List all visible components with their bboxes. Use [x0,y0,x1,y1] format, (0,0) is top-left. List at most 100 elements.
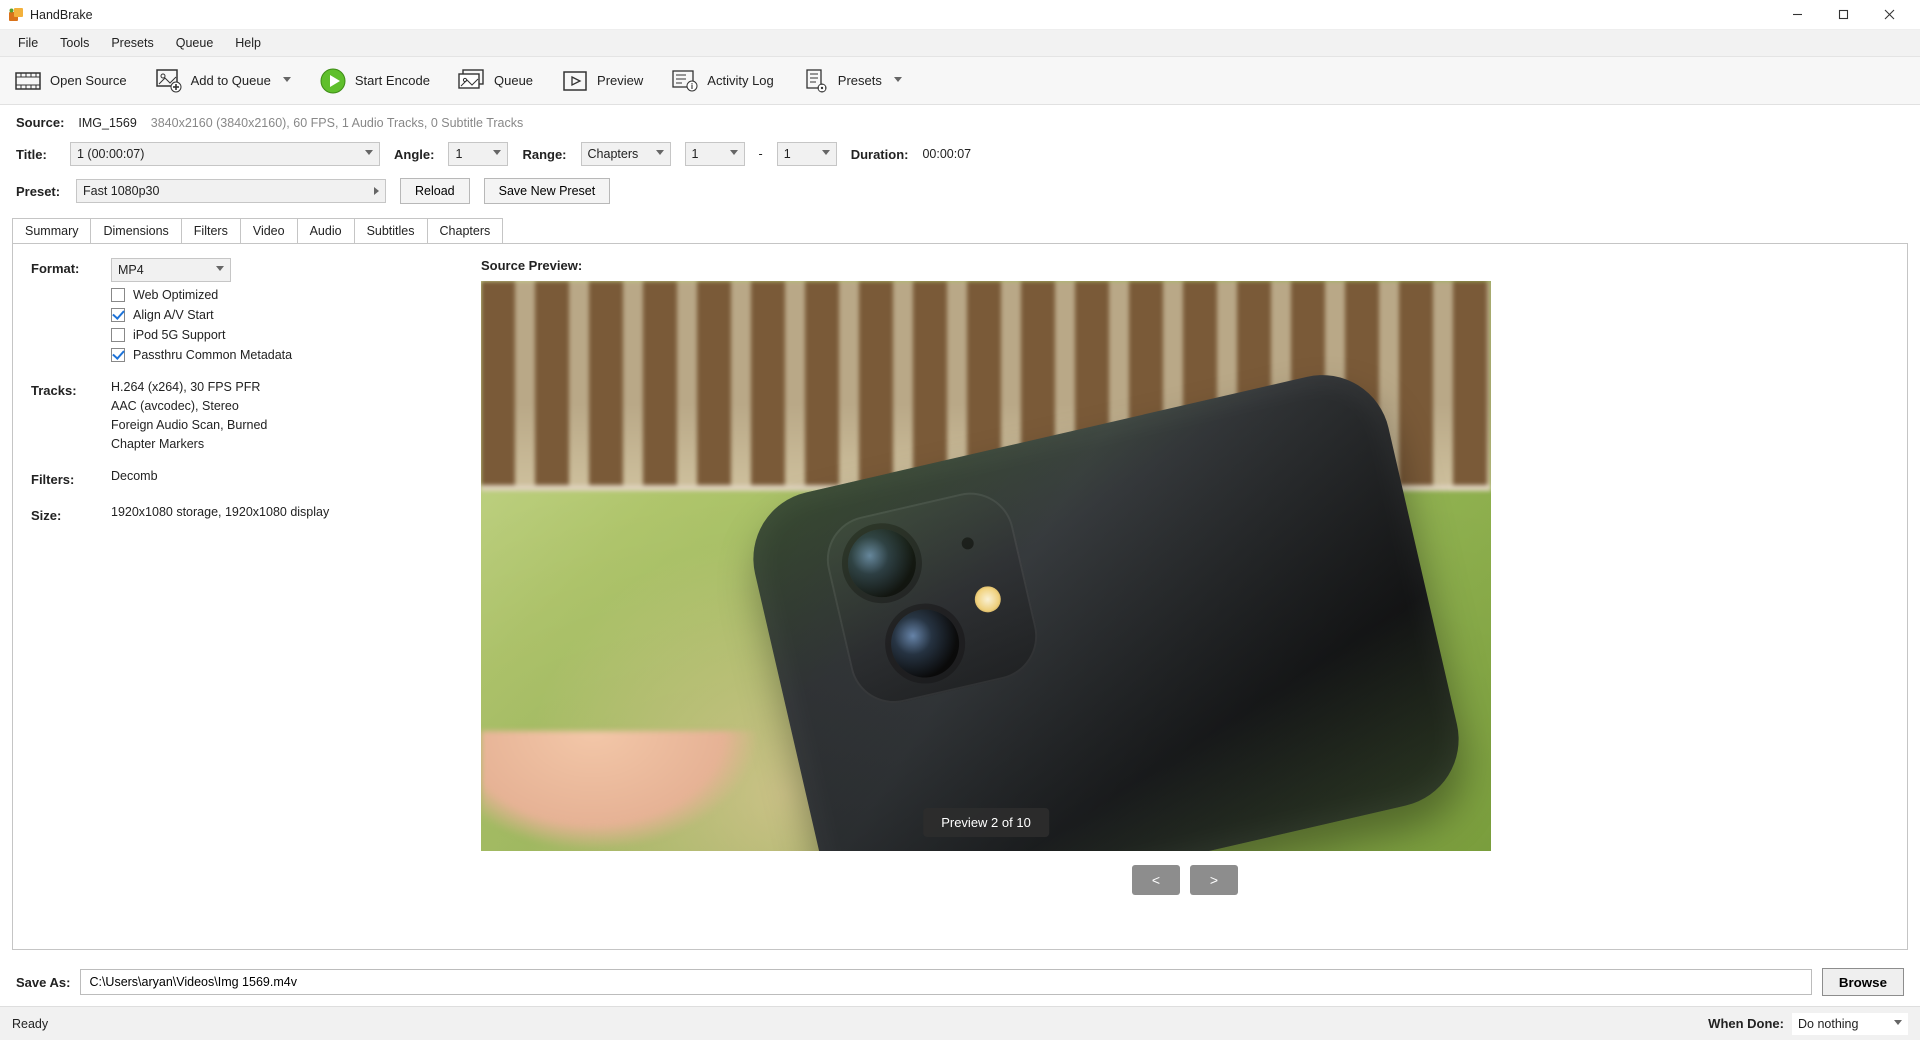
preview-label: Preview [597,73,643,88]
ipod-checkbox[interactable]: iPod 5G Support [111,328,292,342]
tab-filters[interactable]: Filters [181,218,241,243]
svg-text:i: i [691,82,693,91]
filters-value: Decomb [111,469,158,483]
checkbox-icon [111,348,125,362]
source-name: IMG_1569 [78,116,136,130]
passthru-checkbox[interactable]: Passthru Common Metadata [111,348,292,362]
angle-dropdown[interactable]: 1 [448,142,508,166]
preview-heading: Source Preview: [481,258,1889,273]
open-source-button[interactable]: Open Source [6,63,135,99]
tab-summary[interactable]: Summary [12,218,91,243]
add-image-icon [155,67,183,95]
tab-subtitles[interactable]: Subtitles [354,218,428,243]
browse-button[interactable]: Browse [1822,968,1904,996]
duration-value: 00:00:07 [922,147,971,161]
menu-presets[interactable]: Presets [101,32,163,54]
title-label: Title: [16,147,56,162]
checkbox-label: iPod 5G Support [133,328,225,342]
queue-label: Queue [494,73,533,88]
filters-label: Filters: [31,469,99,487]
range-from-dropdown[interactable]: 1 [685,142,745,166]
track-line: H.264 (x264), 30 FPS PFR [111,380,267,394]
tab-video[interactable]: Video [240,218,298,243]
source-label: Source: [16,115,64,130]
track-line: AAC (avcodec), Stereo [111,399,267,413]
queue-button[interactable]: Queue [450,63,541,99]
track-line: Chapter Markers [111,437,267,451]
log-icon: i [671,67,699,95]
toolbar: Open Source Add to Queue Start Encode Qu… [0,57,1920,105]
window-minimize-button[interactable] [1774,0,1820,30]
open-source-label: Open Source [50,73,127,88]
chevron-down-icon [493,150,501,158]
tab-audio[interactable]: Audio [297,218,355,243]
angle-value: 1 [455,147,462,161]
menu-queue[interactable]: Queue [166,32,224,54]
start-encode-label: Start Encode [355,73,430,88]
preview-button[interactable]: Preview [553,63,651,99]
menubar: File Tools Presets Queue Help [0,30,1920,57]
queue-icon [458,67,486,95]
duration-label: Duration: [851,147,909,162]
tab-panel-summary: Format: MP4 Web Optimized Align A/V Star… [12,243,1908,950]
activity-log-label: Activity Log [707,73,773,88]
format-dropdown[interactable]: MP4 [111,258,231,282]
title-dropdown[interactable]: 1 (00:00:07) [70,142,380,166]
tab-chapters[interactable]: Chapters [427,218,504,243]
range-to-dropdown[interactable]: 1 [777,142,837,166]
tracks-label: Tracks: [31,380,99,398]
menu-help[interactable]: Help [225,32,271,54]
window-title: HandBrake [30,8,93,22]
range-sep: - [759,147,763,161]
preview-prev-button[interactable]: < [1132,865,1180,895]
format-label: Format: [31,258,99,276]
statusbar: Ready When Done: Do nothing [0,1006,1920,1040]
reload-button[interactable]: Reload [400,178,470,204]
preview-image: Preview 2 of 10 [481,281,1491,851]
checkbox-label: Web Optimized [133,288,218,302]
align-av-checkbox[interactable]: Align A/V Start [111,308,292,322]
source-info: 3840x2160 (3840x2160), 60 FPS, 1 Audio T… [151,116,523,130]
add-to-queue-button[interactable]: Add to Queue [147,63,299,99]
range-mode-dropdown[interactable]: Chapters [581,142,671,166]
chevron-down-icon [730,150,738,158]
window-close-button[interactable] [1866,0,1912,30]
checkbox-icon [111,328,125,342]
when-done-value: Do nothing [1798,1017,1858,1031]
preview-icon [561,67,589,95]
save-as-input[interactable] [80,969,1811,995]
save-new-preset-button[interactable]: Save New Preset [484,178,611,204]
chevron-down-icon[interactable] [894,77,902,85]
window-maximize-button[interactable] [1820,0,1866,30]
size-value: 1920x1080 storage, 1920x1080 display [111,505,329,519]
range-from-value: 1 [692,147,699,161]
presets-button[interactable]: Presets [794,63,910,99]
preview-counter: Preview 2 of 10 [923,808,1049,837]
preset-dropdown[interactable]: Fast 1080p30 [76,179,386,203]
range-mode-value: Chapters [588,147,639,161]
range-to-value: 1 [784,147,791,161]
range-label: Range: [522,147,566,162]
angle-label: Angle: [394,147,434,162]
preset-value: Fast 1080p30 [83,184,159,198]
summary-left: Format: MP4 Web Optimized Align A/V Star… [31,258,441,935]
activity-log-button[interactable]: i Activity Log [663,63,781,99]
menu-file[interactable]: File [8,32,48,54]
presets-icon [802,67,830,95]
preview-next-button[interactable]: > [1190,865,1238,895]
app-icon [8,7,24,23]
chevron-down-icon [365,150,373,158]
add-to-queue-label: Add to Queue [191,73,271,88]
start-encode-button[interactable]: Start Encode [311,63,438,99]
menu-tools[interactable]: Tools [50,32,99,54]
tab-dimensions[interactable]: Dimensions [90,218,181,243]
when-done-label: When Done: [1708,1016,1784,1031]
when-done-dropdown[interactable]: Do nothing [1792,1013,1908,1035]
web-optimized-checkbox[interactable]: Web Optimized [111,288,292,302]
checkbox-icon [111,308,125,322]
film-icon [14,67,42,95]
save-as-label: Save As: [16,975,70,990]
chevron-down-icon[interactable] [283,77,291,85]
source-settings: Source: IMG_1569 3840x2160 (3840x2160), … [0,105,1920,210]
checkbox-icon [111,288,125,302]
